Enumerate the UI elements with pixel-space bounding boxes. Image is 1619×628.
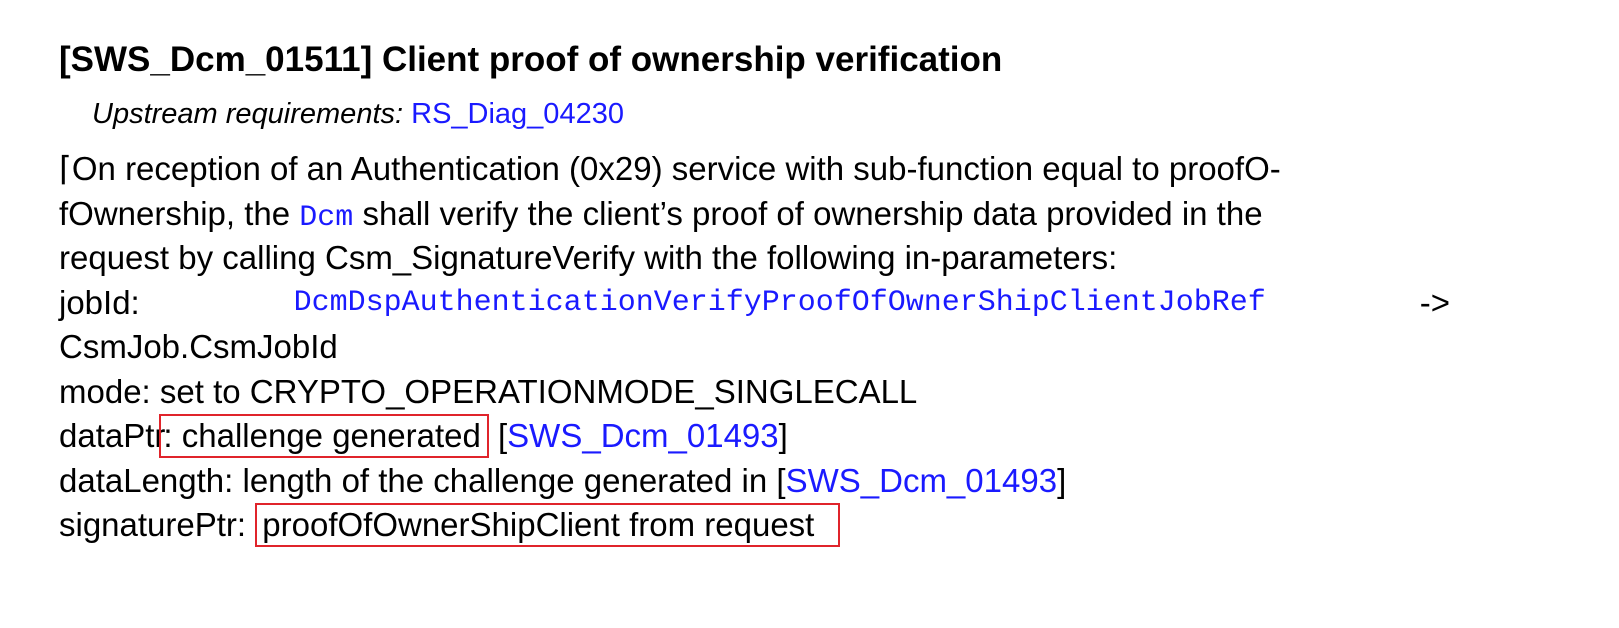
open-bracket: ⌈ <box>59 150 72 187</box>
datalength-close: ] <box>1057 461 1067 499</box>
signatureptr-line: signaturePtr: proofOfOwnerShipClient fro… <box>59 503 1511 548</box>
requirement-block: [SWS_Dcm_01511] Client proof of ownershi… <box>59 38 1511 548</box>
body-line-3: request by calling Csm_SignatureVerify w… <box>59 239 1118 276</box>
dcm-module-ref[interactable]: Dcm <box>299 201 353 235</box>
jobid-label: jobId: <box>59 283 140 321</box>
signatureptr-highlight-box: proofOfOwnerShipClient from request <box>255 503 841 547</box>
jobid-target: CsmJob.CsmJobId <box>59 328 338 365</box>
dataptr-line: dataPtr: challenge generated [SWS_Dcm_01… <box>59 414 1511 459</box>
dataptr-label: dataPtr <box>59 417 166 454</box>
signatureptr-label: signaturePtr: <box>59 506 256 543</box>
dataptr-ref-link[interactable]: SWS_Dcm_01493 <box>507 417 778 454</box>
datalength-ref-link[interactable]: SWS_Dcm_01493 <box>786 462 1057 499</box>
body-line-2-end: shall verify the client’s proof of owner… <box>362 194 1263 232</box>
body-line-2-start: fOwnership, the <box>59 194 291 232</box>
requirement-body: ⌈On reception of an Authentication (0x29… <box>59 147 1511 548</box>
jobid-line: jobId: DcmDspAuthenticationVerifyProofOf… <box>59 281 1450 326</box>
signatureptr-value: proofOfOwnerShipClient from request <box>262 506 815 543</box>
requirement-title: [SWS_Dcm_01511] Client proof of ownershi… <box>59 40 1003 79</box>
dataptr-ref-close: ] <box>778 417 788 454</box>
body-line-1-text: On reception of an Authentication (0x29)… <box>71 150 1281 187</box>
jobid-ref-link[interactable]: DcmDspAuthenticationVerifyProofOfOwnerSh… <box>294 281 1266 326</box>
datalength-text: dataLength: length of the challenge gene… <box>59 461 786 499</box>
jobid-arrow: -> <box>1419 283 1450 321</box>
dataptr-highlight-box: : challenge generated <box>159 414 489 458</box>
mode-line: mode: set to CRYPTO_OPERATIONMODE_SINGLE… <box>59 372 918 410</box>
upstream-requirements: Upstream requirements: RS_Diag_04230 <box>92 94 1511 134</box>
dataptr-value: : challenge generated <box>163 417 481 454</box>
upstream-label: Upstream requirements: <box>92 98 404 130</box>
open-bracket-text: ⌈On reception of an Authentication (0x29… <box>59 147 1281 192</box>
upstream-link[interactable]: RS_Diag_04230 <box>411 98 624 130</box>
dataptr-ref-open: [ <box>488 417 508 454</box>
datalength-line: dataLength: length of the challenge gene… <box>59 459 1511 504</box>
body-line-1: ⌈On reception of an Authentication (0x29… <box>59 147 1511 192</box>
body-line-2: fOwnership, the Dcm shall verify the cli… <box>59 192 1511 237</box>
